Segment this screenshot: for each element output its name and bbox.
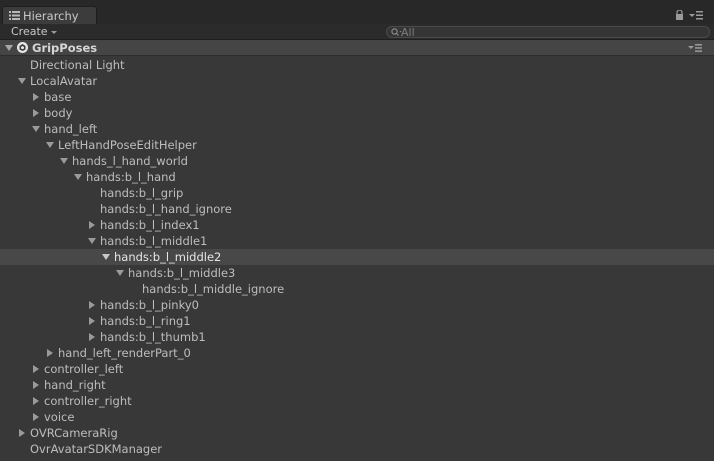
scene-title: GripPoses (32, 41, 98, 55)
create-label: Create (11, 25, 48, 38)
foldout-collapsed-icon[interactable] (86, 329, 98, 345)
foldout-collapsed-icon[interactable] (30, 361, 42, 377)
hierarchy-window: Hierarchy Create All GripPoses Direction… (0, 0, 714, 461)
hierarchy-toolbar: Create (0, 24, 714, 40)
tree-item-label: Directional Light (30, 58, 125, 72)
caret-down-icon (51, 31, 57, 34)
foldout-collapsed-icon[interactable] (30, 377, 42, 393)
foldout-expanded-icon[interactable] (114, 265, 126, 281)
tree-item-label: LeftHandPoseEditHelper (58, 138, 197, 152)
tree-item-label: OvrAvatarSDKManager (30, 442, 163, 456)
tree-item-label: base (44, 90, 72, 104)
tree-item-label: hands:b_l_hand_ignore (100, 202, 232, 216)
tree-row[interactable]: hands:b_l_ring1 (0, 313, 714, 329)
tree-item-label: hands:b_l_grip (100, 186, 184, 200)
foldout-collapsed-icon[interactable] (30, 89, 42, 105)
search-box[interactable] (386, 25, 710, 39)
tree-item-label: hands:b_l_hand (86, 170, 176, 184)
lock-icon[interactable] (675, 10, 684, 20)
tree-row[interactable]: controller_left (0, 361, 714, 377)
tree-item-label: hands:b_l_middle_ignore (142, 282, 285, 296)
tree-row[interactable]: hands:b_l_index1 (0, 217, 714, 233)
tree-item-label: hand_right (44, 378, 106, 392)
tree-row[interactable]: hand_right (0, 377, 714, 393)
search-input[interactable] (401, 25, 701, 39)
tree-row[interactable]: hands:b_l_thumb1 (0, 329, 714, 345)
foldout-expanded-icon[interactable] (72, 169, 84, 185)
foldout-expanded-icon[interactable] (30, 121, 42, 137)
unity-scene-icon (17, 42, 28, 53)
tree-item-label: hand_left (44, 122, 98, 136)
foldout-collapsed-icon[interactable] (86, 313, 98, 329)
tree-item-label: hands:b_l_index1 (100, 218, 200, 232)
tree-item-label: hands:b_l_ring1 (100, 314, 191, 328)
tree-item-label: voice (44, 410, 75, 424)
tree-item-label: hands_l_hand_world (72, 154, 188, 168)
tree-item-label: hands:b_l_middle2 (114, 250, 222, 264)
tree-row[interactable]: hands:b_l_hand_ignore (0, 201, 714, 217)
foldout-collapsed-icon[interactable] (30, 105, 42, 121)
foldout-expanded-icon[interactable] (58, 153, 70, 169)
foldout-expanded-icon[interactable] (16, 73, 28, 89)
tree-item-label: OVRCameraRig (30, 426, 118, 440)
foldout-expanded-icon[interactable] (44, 137, 56, 153)
scene-expand-arrow-icon[interactable] (5, 45, 13, 51)
foldout-collapsed-icon[interactable] (86, 217, 98, 233)
tree-row[interactable]: hands:b_l_middle_ignore (0, 281, 714, 297)
foldout-expanded-icon[interactable] (86, 233, 98, 249)
tree-row[interactable]: hand_left (0, 121, 714, 137)
tree-item-label: hands:b_l_middle3 (128, 266, 236, 280)
scene-header[interactable]: GripPoses (0, 40, 714, 56)
tree-row[interactable]: controller_right (0, 393, 714, 409)
create-dropdown-button[interactable]: Create (4, 25, 60, 39)
tree-row[interactable]: hands:b_l_pinky0 (0, 297, 714, 313)
tree-row[interactable]: hands:b_l_grip (0, 185, 714, 201)
tree-row[interactable]: Directional Light (0, 57, 714, 73)
foldout-collapsed-icon[interactable] (30, 393, 42, 409)
tree-row[interactable]: body (0, 105, 714, 121)
foldout-collapsed-icon[interactable] (44, 345, 56, 361)
hierarchy-tree: Directional Light LocalAvatar base body hand… (0, 57, 714, 457)
tree-item-label: controller_left (44, 362, 124, 376)
tab-label: Hierarchy (23, 9, 79, 23)
tree-row[interactable]: LocalAvatar (0, 73, 714, 89)
tree-row[interactable]: OvrAvatarSDKManager (0, 441, 714, 457)
foldout-collapsed-icon[interactable] (30, 409, 42, 425)
tab-bar: Hierarchy (0, 0, 714, 24)
tree-item-label: hands:b_l_thumb1 (100, 330, 206, 344)
tree-row[interactable]: hands:b_l_hand (0, 169, 714, 185)
tree-row[interactable]: hands:b_l_middle1 (0, 233, 714, 249)
tree-item-label: LocalAvatar (30, 74, 98, 88)
tree-row[interactable]: LeftHandPoseEditHelper (0, 137, 714, 153)
tree-row[interactable]: hands:b_l_middle3 (0, 265, 714, 281)
tree-row[interactable]: hand_left_renderPart_0 (0, 345, 714, 361)
tree-row[interactable]: hands_l_hand_world (0, 153, 714, 169)
tree-row-selected[interactable]: hands:b_l_middle2 (0, 249, 714, 265)
foldout-expanded-icon[interactable] (100, 249, 112, 265)
foldout-collapsed-icon[interactable] (86, 297, 98, 313)
tree-row[interactable]: base (0, 89, 714, 105)
tree-row[interactable]: voice (0, 409, 714, 425)
list-icon (9, 11, 20, 20)
tree-item-label: body (44, 106, 73, 120)
tree-item-label: hands:b_l_pinky0 (100, 298, 199, 312)
tab-hierarchy[interactable]: Hierarchy (2, 6, 97, 24)
tab-menu-icon[interactable] (689, 11, 703, 20)
tree-item-label: hand_left_renderPart_0 (58, 346, 191, 360)
tree-item-label: controller_right (44, 394, 132, 408)
tree-item-label: hands:b_l_middle1 (100, 234, 208, 248)
foldout-collapsed-icon[interactable] (16, 425, 28, 441)
tree-row[interactable]: OVRCameraRig (0, 425, 714, 441)
scene-menu-icon[interactable] (688, 44, 702, 52)
